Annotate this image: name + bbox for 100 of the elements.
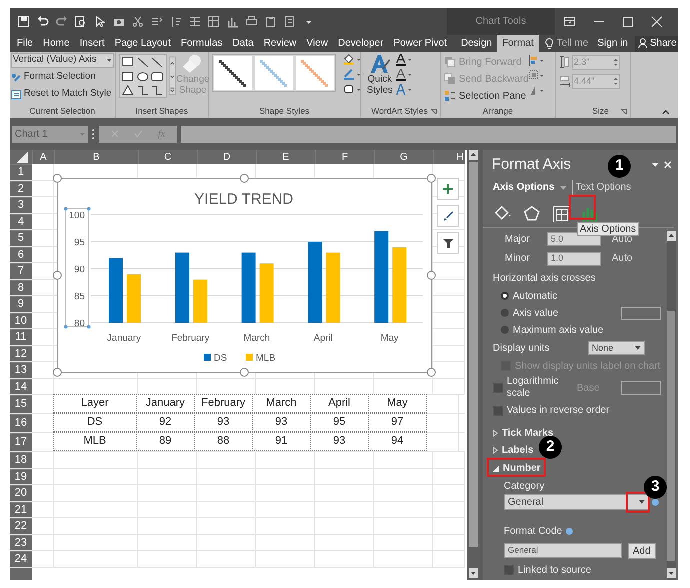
resize-handle[interactable] (427, 174, 436, 183)
value-field[interactable]: 1.0 (547, 252, 601, 266)
redo-icon[interactable] (56, 16, 68, 28)
row-header[interactable]: 6 (10, 246, 32, 262)
spinner-icon[interactable] (614, 58, 618, 67)
save-icon[interactable] (18, 16, 30, 28)
ribbon-tab[interactable]: Developer (333, 35, 389, 52)
close-icon[interactable] (664, 161, 672, 170)
resize-handle[interactable] (64, 207, 68, 211)
row-header[interactable]: 20 (10, 485, 32, 500)
caret-icon[interactable] (639, 500, 645, 504)
row-header[interactable]: 18 (10, 452, 32, 468)
base-field[interactable] (620, 381, 661, 396)
ribbon-tab[interactable]: Page Layout (110, 35, 176, 52)
tell-me-field[interactable]: Tell me (556, 36, 589, 51)
row-header[interactable]: 14 (10, 378, 32, 394)
axis-selection-frame[interactable] (66, 208, 90, 328)
chart-elements-button[interactable] (437, 178, 459, 200)
close-icon[interactable] (651, 16, 664, 28)
resize-handle[interactable] (240, 368, 249, 377)
chart-area[interactable]: YIELD TREND 80 85 90 95 100 January February March April May DS MLB (57, 178, 432, 373)
units-dropdown[interactable]: None (588, 341, 645, 356)
scroll-thumb[interactable] (469, 162, 478, 547)
sign-in-link[interactable]: Sign in (598, 36, 628, 51)
chart-filters-button[interactable] (437, 232, 459, 254)
checkbox[interactable] (493, 383, 503, 394)
radio-button[interactable] (501, 326, 509, 334)
shape-style-swatch[interactable] (255, 56, 293, 90)
row-header[interactable]: 9 (10, 296, 32, 312)
text-outline-icon[interactable] (396, 69, 412, 81)
shape-style-swatch[interactable] (296, 56, 334, 90)
row-header[interactable] (10, 568, 32, 580)
pentagon-icon[interactable] (522, 204, 542, 224)
table-icon[interactable] (208, 16, 220, 28)
reset-style-button[interactable]: Reset to Match Style (11, 87, 114, 102)
share-button[interactable]: Share (635, 36, 678, 52)
scroll-down-icon[interactable] (469, 568, 478, 578)
row-header[interactable]: 8 (10, 280, 32, 295)
bar[interactable] (374, 231, 389, 323)
section-header[interactable]: Labels (493, 442, 534, 460)
row-header[interactable]: 13 (10, 362, 32, 378)
gallery-scroll-icon[interactable] (169, 54, 176, 98)
quick-styles-button[interactable]: Quick Styles (367, 54, 393, 96)
scroll-thumb[interactable] (667, 310, 676, 560)
column-header[interactable]: F (315, 150, 374, 164)
column-header[interactable]: C (138, 150, 197, 164)
axis-value-field[interactable] (620, 306, 661, 320)
radio-button[interactable] (501, 309, 509, 318)
row-header[interactable]: 24 (10, 551, 32, 566)
resize-handle[interactable] (87, 325, 91, 329)
bar[interactable] (308, 242, 322, 323)
columns-icon[interactable] (189, 16, 201, 28)
resize-handle[interactable] (53, 368, 62, 377)
ribbon-tab[interactable]: Power Pivot (388, 35, 452, 52)
add-button[interactable]: Add (628, 542, 656, 559)
maximize-icon[interactable] (622, 16, 634, 28)
sort-icon[interactable] (170, 16, 182, 28)
row-header[interactable]: 19 (10, 468, 32, 484)
row-header[interactable]: 11 (10, 329, 32, 344)
row-header[interactable]: 3 (10, 197, 32, 212)
row-header[interactable]: 2 (10, 180, 32, 196)
checkbox[interactable] (504, 565, 514, 576)
column-header[interactable]: D (197, 150, 256, 164)
ribbon-tab[interactable]: Review (258, 35, 302, 52)
resize-handle[interactable] (53, 174, 62, 183)
arrange-command[interactable]: Selection Pane (444, 88, 529, 104)
row-header[interactable]: 1 (10, 164, 32, 180)
lightbulb-icon[interactable] (544, 38, 554, 50)
group-objects-icon[interactable] (529, 70, 545, 81)
clipboard-icon[interactable] (265, 16, 277, 28)
row-header[interactable]: 12 (10, 346, 32, 361)
scroll-down-icon[interactable] (666, 568, 676, 578)
bar[interactable] (175, 252, 190, 323)
resize-handle[interactable] (427, 368, 436, 377)
bar-chart-icon[interactable] (227, 16, 239, 28)
column-header[interactable]: B (54, 150, 138, 164)
row-header[interactable]: 15 (10, 395, 32, 413)
ribbon-tab[interactable]: Formulas (176, 35, 228, 52)
shape-effects-icon[interactable] (343, 84, 361, 95)
radio-button[interactable] (501, 292, 509, 300)
scroll-up-icon[interactable] (666, 230, 676, 240)
undo-icon[interactable] (37, 16, 49, 28)
column-header[interactable]: G (374, 150, 433, 164)
resize-handle[interactable] (64, 325, 68, 329)
pane-options-icon[interactable] (652, 163, 659, 168)
printer-icon[interactable] (246, 16, 258, 28)
selection-dropdown[interactable]: Vertical (Value) Axis (11, 53, 114, 68)
shape-styles-gallery[interactable] (212, 54, 336, 92)
ribbon-display-icon[interactable] (564, 16, 576, 28)
print-preview-icon[interactable] (75, 16, 87, 28)
format-selection-button[interactable]: Format Selection (11, 70, 114, 85)
column-header[interactable]: A (32, 150, 54, 164)
column-header[interactable]: H (433, 150, 465, 164)
info-icon[interactable] (652, 498, 659, 506)
ribbon-tab[interactable]: Design (456, 35, 498, 52)
dialog-launcher-icon[interactable] (621, 108, 627, 114)
more-options-icon[interactable] (92, 128, 95, 140)
row-header[interactable]: 22 (10, 518, 32, 534)
column-header[interactable]: E (256, 150, 315, 164)
resize-handle[interactable] (240, 174, 249, 183)
